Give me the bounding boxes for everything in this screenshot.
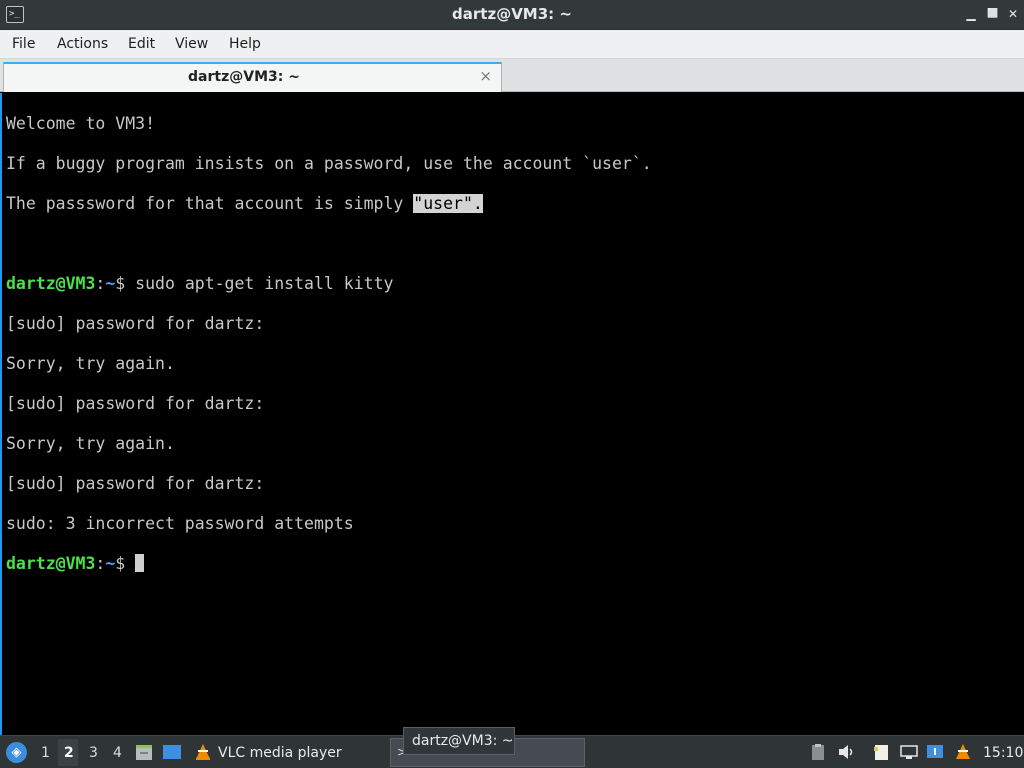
terminal-line: Welcome to VM3! <box>6 114 156 133</box>
volume-icon[interactable] <box>836 743 856 761</box>
notes-icon[interactable] <box>872 743 892 761</box>
menu-help[interactable]: Help <box>229 36 261 52</box>
terminal-line: Sorry, try again. <box>6 354 175 373</box>
selected-text: "user". <box>413 194 483 213</box>
maximize-button[interactable]: ⬜ <box>986 6 1000 22</box>
vlc-tray-icon[interactable] <box>953 743 973 761</box>
terminal-line: If a buggy program insists on a password… <box>6 154 652 173</box>
taskbar-tooltip: dartz@VM3: ~ <box>403 727 515 755</box>
menu-edit[interactable]: Edit <box>128 36 155 52</box>
file-manager-icon[interactable] <box>134 743 154 761</box>
terminal-line: dartz@VM3:~$ <box>6 554 1024 574</box>
close-button[interactable]: ✕ <box>1006 6 1020 22</box>
prompt-dir: ~ <box>105 554 116 573</box>
window-titlebar[interactable]: >_ dartz@VM3: ~ ▁ ⬜ ✕ <box>0 0 1024 30</box>
tab-label: dartz@VM3: ~ <box>188 69 300 85</box>
menu-bar: File Actions Edit View Help <box>0 30 1024 59</box>
terminal-line: Sorry, try again. <box>6 434 175 453</box>
clipboard-icon[interactable] <box>808 743 828 761</box>
menu-actions[interactable]: Actions <box>57 36 108 52</box>
tab-close-icon[interactable]: × <box>479 67 492 85</box>
workspace-3[interactable]: 3 <box>89 745 98 761</box>
window-title: dartz@VM3: ~ <box>452 5 572 23</box>
workspace-1[interactable]: 1 <box>41 745 50 761</box>
prompt-dir: ~ <box>105 274 116 293</box>
tab-bar: dartz@VM3: ~ × <box>0 59 1024 92</box>
terminal-line: The passsword for that account is simply… <box>6 194 483 213</box>
terminal-line: [sudo] password for dartz: <box>6 474 265 493</box>
notification-icon[interactable] <box>925 743 945 761</box>
terminal-line: dartz@VM3:~$ sudo apt-get install kitty <box>6 274 394 293</box>
workspace-4[interactable]: 4 <box>113 745 122 761</box>
workspace-2[interactable]: 2 <box>64 745 74 761</box>
text-cursor <box>135 554 145 572</box>
start-menu-icon[interactable]: ◈ <box>6 742 27 763</box>
network-icon[interactable] <box>899 743 919 761</box>
terminal-output[interactable]: Welcome to VM3! If a buggy program insis… <box>0 93 1024 735</box>
terminal-line: sudo: 3 incorrect password attempts <box>6 514 354 533</box>
task-vlc[interactable]: VLC media player <box>218 745 342 761</box>
desktop-icon[interactable] <box>162 743 182 761</box>
menu-file[interactable]: File <box>12 36 35 52</box>
prompt-user: dartz@VM3 <box>6 554 96 573</box>
minimize-button[interactable]: ▁ <box>964 6 978 22</box>
tab-terminal[interactable]: dartz@VM3: ~ × <box>3 62 502 92</box>
command-text: sudo apt-get install kitty <box>135 274 394 293</box>
terminal-line: [sudo] password for dartz: <box>6 394 265 413</box>
prompt-user: dartz@VM3 <box>6 274 96 293</box>
menu-view[interactable]: View <box>175 36 208 52</box>
vlc-icon[interactable] <box>193 743 213 761</box>
clock[interactable]: 15:10 <box>983 745 1023 761</box>
terminal-line: [sudo] password for dartz: <box>6 314 265 333</box>
